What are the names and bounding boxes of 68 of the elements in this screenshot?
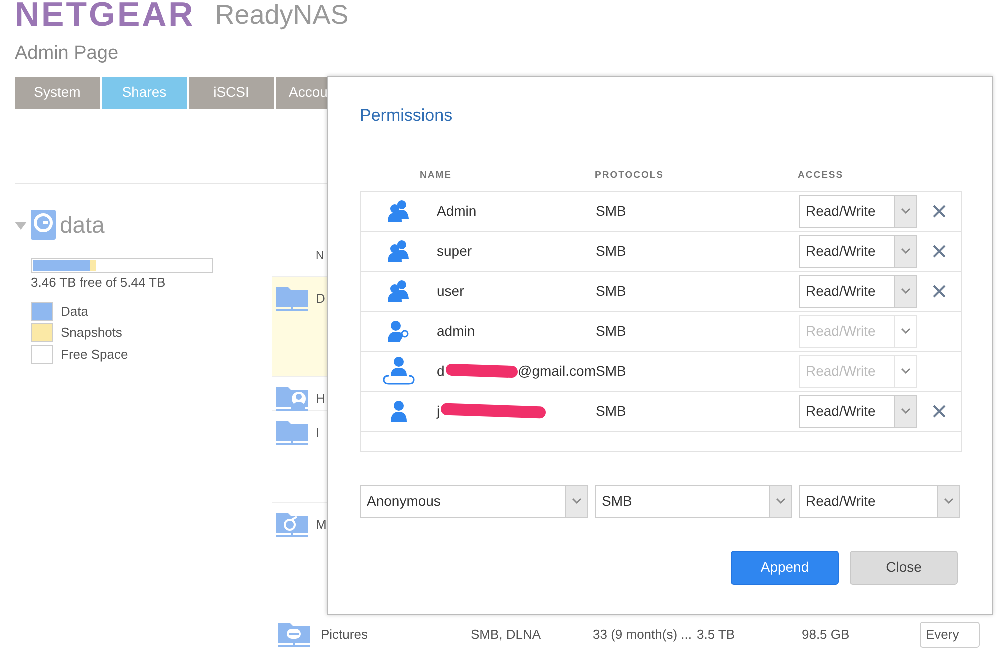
folder-icon <box>276 384 308 412</box>
user-name: user <box>437 282 464 300</box>
legend-label: Data <box>61 302 88 320</box>
column-header: ACCESS <box>798 168 845 182</box>
user-name: super <box>437 242 472 261</box>
column-header: NAME <box>420 168 453 182</box>
access-select[interactable]: Read/Write <box>799 484 960 518</box>
user-group-icon <box>387 280 411 302</box>
user-name: admin <box>437 322 476 340</box>
caret-icon[interactable] <box>900 248 910 254</box>
user-name: Admin <box>437 202 477 220</box>
email-suffix: @gmail.com <box>518 362 596 381</box>
folder-icon <box>278 621 310 649</box>
protocol-text: SMB <box>596 202 628 220</box>
folder-icon <box>276 510 308 538</box>
append-button[interactable]: Append <box>731 550 839 584</box>
volume-name: data <box>60 210 105 240</box>
share-name: I <box>316 424 320 442</box>
access-select[interactable]: Read/Write <box>799 194 917 228</box>
user-group-icon <box>387 240 411 262</box>
share-size: 3.5 TB <box>696 626 736 644</box>
protocol-text: SMB <box>596 322 628 340</box>
share-name: H <box>316 390 326 408</box>
user-select[interactable]: Anonymous <box>360 484 588 518</box>
user-key-icon <box>387 320 411 342</box>
caret-icon[interactable] <box>900 288 910 294</box>
user-name: d <box>437 362 445 380</box>
protocol-text: SMB <box>596 362 628 380</box>
column-header: PROTOCOLS <box>595 168 665 182</box>
protocol-text: SMB <box>596 282 628 300</box>
page-title: Admin Page <box>15 42 120 66</box>
volume-icon <box>31 210 56 240</box>
remove-icon[interactable] <box>933 244 946 258</box>
share-name: D <box>316 290 326 308</box>
close-button[interactable]: Close <box>850 550 958 584</box>
legend-label: Snapshots <box>61 324 122 342</box>
user-group-icon <box>387 200 411 222</box>
protocol-text: SMB <box>596 402 628 420</box>
share-free: 98.5 GB <box>802 626 851 644</box>
column-header: N <box>316 250 324 262</box>
dialog-title: Permissions <box>360 105 454 127</box>
caret-icon[interactable] <box>900 208 910 214</box>
schedule-select[interactable]: Every <box>920 622 980 648</box>
share-name: M <box>316 516 327 534</box>
access-select[interactable]: Read/Write <box>799 234 917 268</box>
protocol-select[interactable]: SMB <box>595 484 792 518</box>
caret-icon[interactable] <box>900 408 910 414</box>
caret-icon[interactable] <box>776 498 786 504</box>
protocol-text: SMB <box>596 242 628 260</box>
remove-icon[interactable] <box>933 404 946 418</box>
legend-label: Free Space <box>61 346 128 364</box>
logo: NETGEAR <box>15 0 196 30</box>
remove-icon[interactable] <box>933 204 946 218</box>
snapshot-count: 33 (9 month(s) ... <box>593 626 692 644</box>
share-protocols: SMB, DLNA <box>471 626 542 644</box>
access-select[interactable]: Read/Write <box>799 274 917 308</box>
share-name: Pictures <box>321 626 369 644</box>
caret-icon[interactable] <box>944 498 954 504</box>
remove-icon[interactable] <box>933 284 946 298</box>
folder-icon <box>276 284 308 312</box>
user-cloud-icon <box>383 356 415 386</box>
product-name: ReadyNAS <box>215 0 349 30</box>
caret-icon[interactable] <box>572 498 582 504</box>
access-select[interactable]: Read/Write <box>799 394 917 428</box>
folder-icon <box>276 418 308 446</box>
user-icon <box>389 400 409 422</box>
usage-text: 3.46 TB free of 5.44 TB <box>31 274 167 292</box>
user-name: j <box>437 402 440 421</box>
